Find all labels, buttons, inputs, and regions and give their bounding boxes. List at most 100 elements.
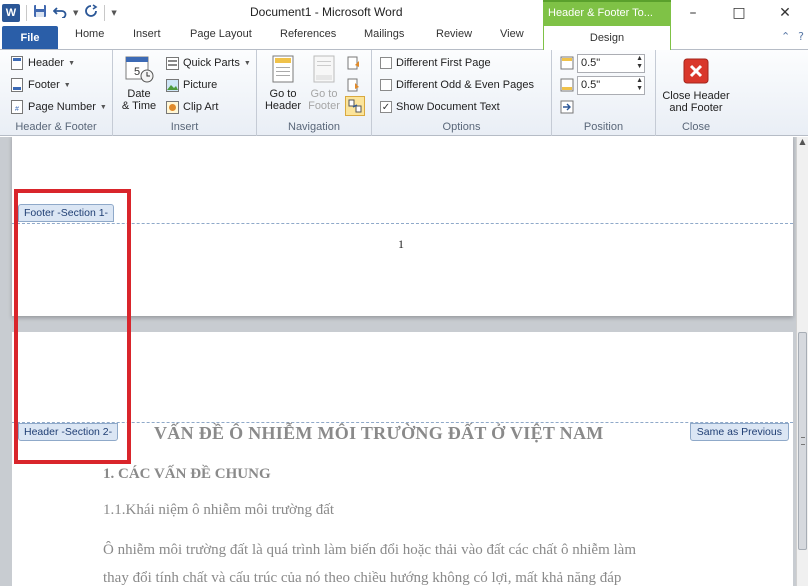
picture-icon — [165, 78, 179, 92]
tab-mailings[interactable]: Mailings — [364, 28, 404, 40]
quick-parts-icon — [165, 56, 179, 70]
header-button[interactable]: Header ▼ — [10, 53, 75, 73]
tab-home[interactable]: Home — [75, 28, 104, 40]
page-number[interactable]: 1 — [398, 237, 404, 252]
go-to-footer-button[interactable]: Go to Footer — [304, 54, 344, 112]
footer-button[interactable]: Footer ▼ — [10, 75, 71, 95]
header-position-input[interactable]: 0.5" ▲ ▼ — [577, 53, 645, 73]
ribbon: Header ▼ Footer ▼ # Page Number ▼ Header… — [0, 50, 808, 136]
go-to-header-label-1: Go to — [269, 88, 297, 100]
title-bar: W ▼ ▼ Document1 - Microsoft Word Header … — [0, 0, 808, 25]
group-options: Different First Page Different Odd & Eve… — [372, 50, 552, 136]
tab-review[interactable]: Review — [436, 28, 472, 40]
svg-text:5: 5 — [134, 66, 140, 78]
go-to-header-label-2: Header — [264, 100, 302, 112]
quick-access-toolbar: W ▼ ▼ — [2, 3, 117, 23]
qat-separator — [104, 5, 106, 21]
insert-alignment-tab-button[interactable] — [560, 97, 574, 117]
header-position-icon — [560, 56, 574, 70]
quick-parts-button[interactable]: Quick Parts ▼ — [165, 53, 251, 73]
save-icon[interactable] — [33, 4, 47, 22]
next-section-button[interactable] — [347, 75, 361, 95]
scrollbar-thumb[interactable] — [798, 332, 807, 550]
show-document-text-label: Show Document Text — [396, 101, 500, 113]
redo-icon[interactable] — [84, 4, 98, 22]
undo-icon[interactable] — [52, 4, 67, 22]
tab-view[interactable]: View — [500, 28, 524, 40]
help-icon[interactable]: ? — [798, 30, 804, 43]
scroll-up-icon[interactable]: ▲ — [797, 137, 808, 151]
chevron-down-icon: ▼ — [243, 59, 251, 67]
go-to-footer-label-1: Go to — [310, 88, 338, 100]
close-header-footer-button[interactable]: Close Header and Footer — [658, 56, 734, 114]
page-number-icon: # — [10, 100, 24, 114]
checkbox-unchecked[interactable] — [380, 57, 392, 69]
header-position-value: 0.5" — [581, 56, 601, 69]
footer-position-field: 0.5" ▲ ▼ — [560, 75, 645, 95]
spinner-arrows-icon[interactable]: ▲ ▼ — [636, 77, 643, 93]
footer-icon — [10, 78, 24, 92]
group-close: Close Header and Footer Close — [656, 50, 736, 136]
group-label-close: Close — [681, 121, 711, 133]
tab-design[interactable]: Design — [543, 25, 671, 51]
next-section-icon — [347, 78, 361, 92]
svg-text:#: # — [15, 106, 19, 113]
tab-insert[interactable]: Insert — [133, 28, 161, 40]
go-to-header-icon — [268, 54, 298, 84]
different-first-page-checkbox[interactable]: Different First Page — [380, 53, 491, 73]
date-time-button[interactable]: 5 Date & Time — [119, 54, 159, 112]
go-to-header-button[interactable]: Go to Header — [262, 54, 304, 112]
tab-references[interactable]: References — [280, 28, 336, 40]
group-label-navigation: Navigation — [288, 121, 340, 133]
checkbox-unchecked[interactable] — [380, 79, 392, 91]
picture-label: Picture — [183, 79, 218, 91]
calendar-icon: 5 — [124, 54, 154, 84]
go-to-footer-label-2: Footer — [308, 100, 340, 112]
group-label-position: Position — [583, 121, 624, 133]
chevron-down-icon: ▼ — [99, 103, 107, 111]
previous-section-button[interactable] — [347, 53, 361, 73]
chevron-down-icon: ▼ — [63, 81, 71, 89]
show-document-text-checkbox[interactable]: ✓ Show Document Text — [380, 97, 500, 117]
maximize-button[interactable]: □ — [716, 0, 762, 25]
checkmark-icon[interactable]: ✓ — [380, 101, 392, 113]
body-paragraph[interactable]: Ô nhiễm môi trường đất là quá trình làm … — [103, 536, 743, 586]
previous-section-icon — [347, 56, 361, 70]
tab-file[interactable]: File — [2, 26, 58, 49]
group-label-header-footer: Header & Footer — [15, 121, 97, 133]
customize-qat-icon[interactable]: ▼ — [111, 9, 116, 17]
subsection-heading[interactable]: 1.1.Khái niệm ô nhiễm môi trường đất — [103, 502, 334, 519]
header-position-field: 0.5" ▲ ▼ — [560, 53, 645, 73]
date-time-label-1: Date — [127, 88, 151, 100]
vertical-scrollbar[interactable]: ▲ — [796, 137, 808, 586]
different-odd-even-checkbox[interactable]: Different Odd & Even Pages — [380, 75, 534, 95]
same-as-previous-tag: Same as Previous — [689, 423, 789, 441]
word-logo-icon[interactable]: W — [2, 4, 20, 22]
highlight-box — [14, 189, 131, 464]
picture-button[interactable]: Picture — [165, 75, 217, 95]
ribbon-tab-row: File Home Insert Page Layout References … — [0, 25, 808, 51]
footer-position-input[interactable]: 0.5" ▲ ▼ — [577, 75, 645, 95]
chevron-down-icon: ▼ — [68, 59, 76, 67]
quick-parts-label: Quick Parts — [183, 57, 240, 69]
minimize-ribbon-icon[interactable]: ⌃ — [781, 30, 790, 43]
undo-dropdown-icon[interactable]: ▼ — [73, 9, 78, 17]
date-time-label-2: & Time — [121, 100, 157, 112]
link-to-previous-button[interactable] — [345, 96, 365, 116]
page-number-button[interactable]: # Page Number ▼ — [10, 97, 107, 117]
scrollbar-grip-icon — [801, 437, 805, 445]
alignment-tab-icon — [560, 100, 574, 114]
close-button[interactable]: ✕ — [762, 0, 808, 25]
group-label-options: Options — [442, 121, 481, 133]
tab-page-layout[interactable]: Page Layout — [190, 28, 252, 40]
group-navigation: Go to Header Go to Footer Navigation — [257, 50, 372, 136]
section-heading[interactable]: 1. CÁC VẤN ĐỀ CHUNG — [103, 466, 271, 483]
clip-art-label: Clip Art — [183, 101, 219, 113]
minimize-button[interactable]: – — [670, 0, 716, 25]
footer-position-value: 0.5" — [581, 78, 601, 91]
clip-art-icon — [165, 100, 179, 114]
footer-label: Footer — [28, 79, 60, 91]
document-heading[interactable]: VẤN ĐỀ Ô NHIỄM MÔI TRƯỜNG ĐẤT Ở VIỆT NAM — [154, 423, 604, 444]
spinner-arrows-icon[interactable]: ▲ ▼ — [636, 55, 643, 71]
clip-art-button[interactable]: Clip Art — [165, 97, 218, 117]
